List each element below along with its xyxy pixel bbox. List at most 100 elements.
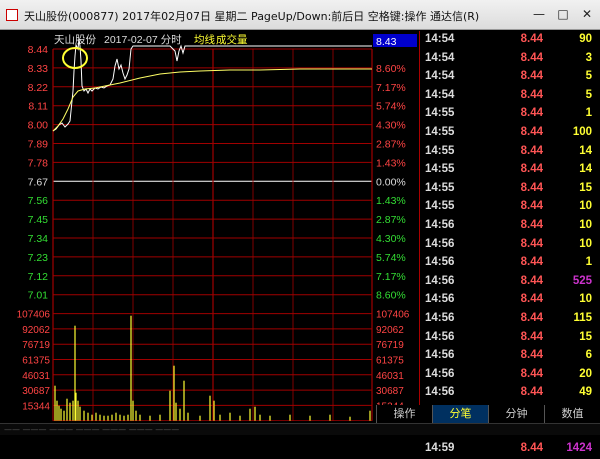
tick-volume: 115	[573, 311, 592, 324]
tick-time: 14:55	[425, 200, 455, 213]
tick-volume: 1	[585, 256, 592, 269]
chart-stock-name: 天山股份	[54, 34, 96, 46]
tick-row[interactable]: 14:56 8.44 1	[421, 254, 600, 273]
tick-volume: 6	[585, 349, 592, 362]
tick-row[interactable]: 14:56 8.44 115	[421, 310, 600, 329]
tick-volume: 15	[579, 181, 592, 194]
tick-price: 8.44	[520, 237, 543, 250]
tick-row[interactable]: 14:56 8.44 10	[421, 291, 600, 310]
price-axis-label: 8.22	[28, 82, 49, 94]
tick-price: 8.44	[520, 349, 543, 362]
tick-row[interactable]: 14:55 8.44 100	[421, 124, 600, 143]
maximize-button[interactable]: □	[552, 5, 574, 23]
price-axis-label: 7.23	[28, 252, 49, 264]
tick-time: 14:55	[425, 144, 455, 157]
tick-row[interactable]: 14:55 8.44 14	[421, 161, 600, 180]
price-axis-label: 8.33	[28, 63, 49, 75]
volume-axis-label-left: 46031	[22, 371, 50, 382]
current-price-box-label: 8.43	[376, 36, 397, 48]
tick-price: 8.44	[520, 256, 543, 269]
tick-row[interactable]: 14:54 8.44 5	[421, 68, 600, 87]
tick-row[interactable]: 14:56 8.44 20	[421, 366, 600, 385]
app-logo-icon	[6, 9, 18, 21]
volume-axis-label-right: 46031	[376, 371, 404, 382]
percent-axis-label: 7.17%	[376, 271, 406, 283]
tick-price: 8.44	[520, 274, 543, 287]
tick-row[interactable]: 14:55 8.44 14	[421, 143, 600, 162]
tick-price: 8.44	[520, 107, 543, 120]
tick-row[interactable]: 14:56 8.44 10	[421, 236, 600, 255]
intraday-chart[interactable]: 天山股份 2017-02-07 分时 均线 成交量 8.43 8.44 8.33 8.60% 8…	[0, 31, 420, 437]
tick-time: 14:55	[425, 163, 455, 176]
tick-volume: 49	[579, 386, 592, 399]
tick-time: 14:55	[425, 107, 455, 120]
intraday-chart-panel[interactable]: 天山股份 2017-02-07 分时 均线 成交量 8.43 8.44 8.33 8.60% 8…	[0, 31, 420, 437]
tick-time: 14:59	[425, 442, 455, 455]
tick-volume: 3	[585, 51, 592, 64]
price-axis-label: 7.01	[28, 290, 49, 302]
tick-time: 14:54	[425, 88, 455, 101]
price-axis-label: 7.12	[28, 271, 49, 283]
tick-time: 14:54	[425, 70, 455, 83]
volume-axis-label-left: 30687	[22, 386, 50, 397]
tick-row[interactable]: 14:56 8.44 49	[421, 384, 600, 403]
percent-axis-label: 2.87%	[376, 139, 406, 151]
volume-axis-label-left: 61375	[22, 356, 50, 367]
percent-axis-label: 8.60%	[376, 63, 406, 75]
tick-time: 14:56	[425, 386, 455, 399]
price-axis-label: 8.00	[28, 120, 49, 132]
tab-分钟[interactable]: 分钟	[488, 405, 544, 423]
tick-price: 8.44	[520, 442, 543, 455]
title-bar: 天山股份(000877) 2017年02月07日 星期二 PageUp/Down…	[0, 0, 600, 30]
tick-row[interactable]: 14:56 8.44 6	[421, 347, 600, 366]
tick-price: 8.44	[520, 163, 543, 176]
tick-row[interactable]: 14:54 8.44 5	[421, 87, 600, 106]
tab-操作[interactable]: 操作	[376, 405, 432, 423]
tick-volume: 14	[579, 163, 592, 176]
tick-time: 14:56	[425, 218, 455, 231]
volume-axis-label-left: 15344	[22, 401, 50, 412]
tick-time: 14:55	[425, 181, 455, 194]
price-axis-label: 7.78	[28, 157, 49, 169]
tick-row[interactable]: 14:55 8.44 1	[421, 105, 600, 124]
tick-row[interactable]: 14:59 8.44 1424	[421, 440, 600, 459]
tick-time: 14:54	[425, 33, 455, 45]
tick-price: 8.44	[520, 51, 543, 64]
price-axis-label: 8.44	[28, 44, 49, 56]
tick-price: 8.44	[520, 330, 543, 343]
tick-volume: 10	[579, 237, 592, 250]
price-axis-label: 7.56	[28, 195, 49, 207]
bottom-tab-bar: 操作 分笔 分钟 数值	[376, 405, 600, 423]
close-button[interactable]: ✕	[576, 5, 598, 23]
volume-axis-label-right: 92062	[376, 325, 404, 336]
tab-数值[interactable]: 数值	[544, 405, 600, 423]
window-title: 天山股份(000877) 2017年02月07日 星期二 PageUp/Down…	[24, 10, 480, 23]
volume-axis-label-left: 92062	[22, 325, 50, 336]
volume-axis-label-right: 107406	[376, 310, 410, 321]
tick-time: 14:56	[425, 367, 455, 380]
tick-volume: 10	[579, 200, 592, 213]
tick-row[interactable]: 14:56 8.44 525	[421, 273, 600, 292]
tick-time: 14:54	[425, 51, 455, 64]
tick-price: 8.44	[520, 386, 543, 399]
percent-axis-label: 5.74%	[376, 101, 406, 113]
percent-axis-label: 0.00%	[376, 176, 406, 188]
tick-row[interactable]: 14:54 8.44 3	[421, 50, 600, 69]
minimize-button[interactable]: —	[528, 5, 550, 23]
tick-list[interactable]: 14:54 8.44 90 14:54 8.44 3 14:54 8.44 5 14:54 8.44…	[421, 31, 600, 454]
tick-price: 8.44	[520, 125, 543, 138]
tab-分笔[interactable]: 分笔	[432, 405, 488, 423]
tick-row[interactable]: 14:55 8.44 15	[421, 180, 600, 199]
tick-row[interactable]: 14:55 8.44 10	[421, 198, 600, 217]
tick-volume: 525	[572, 274, 592, 287]
tick-time: 14:55	[425, 125, 455, 138]
percent-axis-label: 2.87%	[376, 214, 406, 226]
percent-axis-label: 7.17%	[376, 82, 406, 94]
price-axis-label: 7.34	[28, 233, 49, 245]
tick-price: 8.44	[520, 200, 543, 213]
percent-axis-label: 1.43%	[376, 157, 406, 169]
tick-row[interactable]: 14:54 8.44 90	[421, 31, 600, 50]
tick-row[interactable]: 14:56 8.44 10	[421, 217, 600, 236]
tick-row[interactable]: 14:56 8.44 15	[421, 329, 600, 348]
volume-axis-label-left: 107406	[17, 310, 51, 321]
